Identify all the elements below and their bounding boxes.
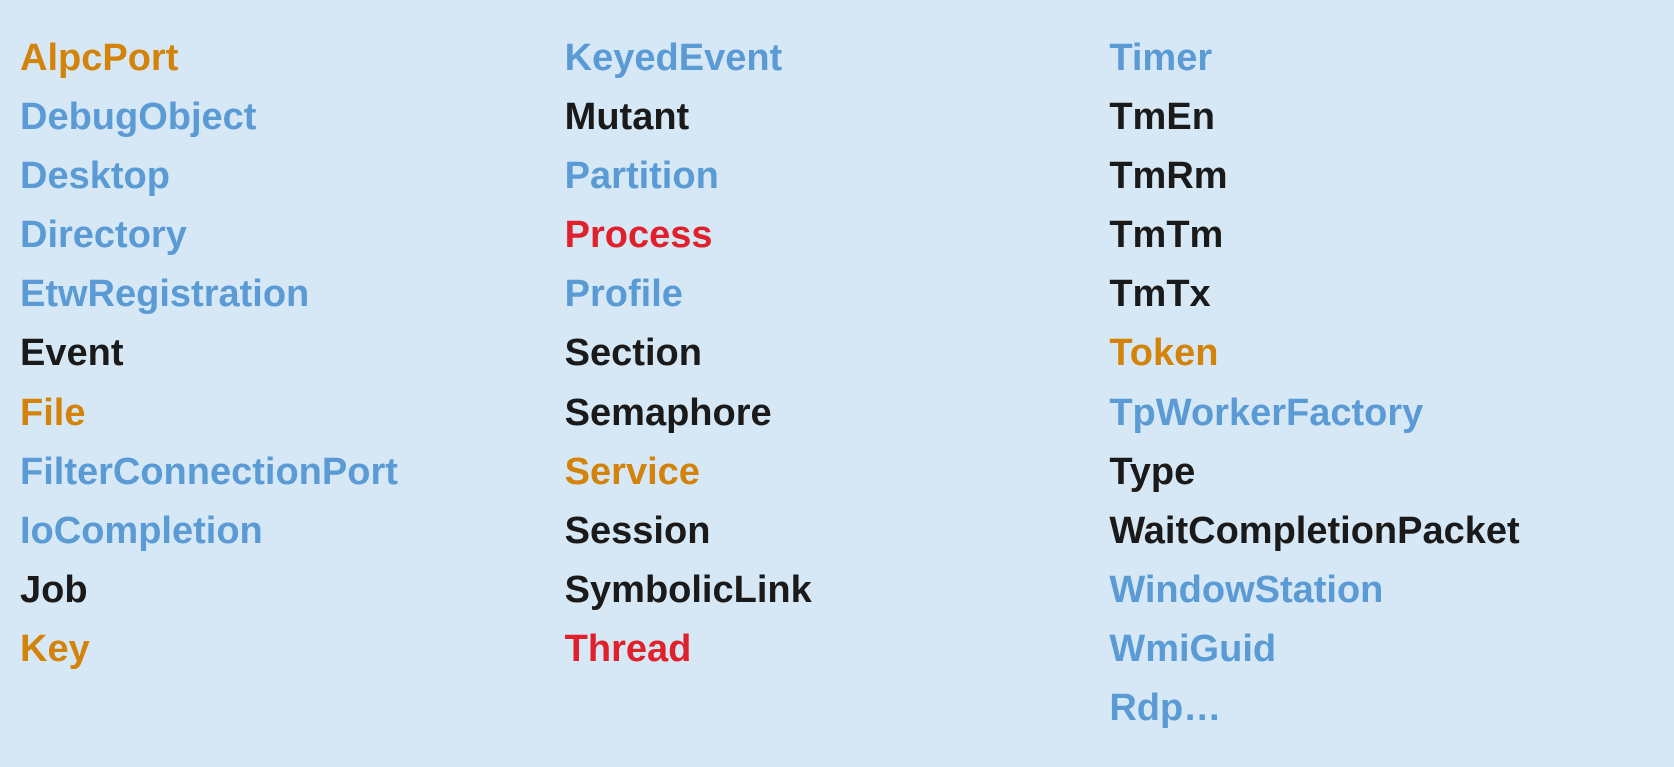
item-col1-9: Job (20, 562, 565, 619)
item-col3-4: TmTx (1109, 266, 1654, 323)
item-col3-2: TmRm (1109, 148, 1654, 205)
item-col2-9: SymbolicLink (565, 562, 1110, 619)
item-col3-5: Token (1109, 325, 1654, 382)
item-col1-8: IoCompletion (20, 503, 565, 560)
item-col3-0: Timer (1109, 30, 1654, 87)
item-col2-10: Thread (565, 621, 1110, 678)
item-col1-6: File (20, 385, 565, 442)
item-col2-4: Profile (565, 266, 1110, 323)
item-col3-6: TpWorkerFactory (1109, 385, 1654, 442)
item-col3-9: WindowStation (1109, 562, 1654, 619)
item-col1-7: FilterConnectionPort (20, 444, 565, 501)
column-col1: AlpcPortDebugObjectDesktopDirectoryEtwRe… (20, 30, 565, 737)
item-col2-6: Semaphore (565, 385, 1110, 442)
item-col2-8: Session (565, 503, 1110, 560)
column-col2: KeyedEventMutantPartitionProcessProfileS… (565, 30, 1110, 737)
item-col2-7: Service (565, 444, 1110, 501)
item-col3-10: WmiGuid (1109, 621, 1654, 678)
item-col1-3: Directory (20, 207, 565, 264)
columns-container: AlpcPortDebugObjectDesktopDirectoryEtwRe… (20, 30, 1654, 737)
item-col2-2: Partition (565, 148, 1110, 205)
item-col1-10: Key (20, 621, 565, 678)
item-col1-5: Event (20, 325, 565, 382)
column-col3: TimerTmEnTmRmTmTmTmTxTokenTpWorkerFactor… (1109, 30, 1654, 737)
item-col1-2: Desktop (20, 148, 565, 205)
item-col2-1: Mutant (565, 89, 1110, 146)
item-col1-0: AlpcPort (20, 30, 565, 87)
item-col2-3: Process (565, 207, 1110, 264)
item-col3-7: Type (1109, 444, 1654, 501)
item-col3-11: Rdp… (1109, 680, 1654, 737)
item-col2-0: KeyedEvent (565, 30, 1110, 87)
item-col3-3: TmTm (1109, 207, 1654, 264)
item-col1-1: DebugObject (20, 89, 565, 146)
item-col1-4: EtwRegistration (20, 266, 565, 323)
item-col3-1: TmEn (1109, 89, 1654, 146)
item-col2-5: Section (565, 325, 1110, 382)
item-col3-8: WaitCompletionPacket (1109, 503, 1654, 560)
